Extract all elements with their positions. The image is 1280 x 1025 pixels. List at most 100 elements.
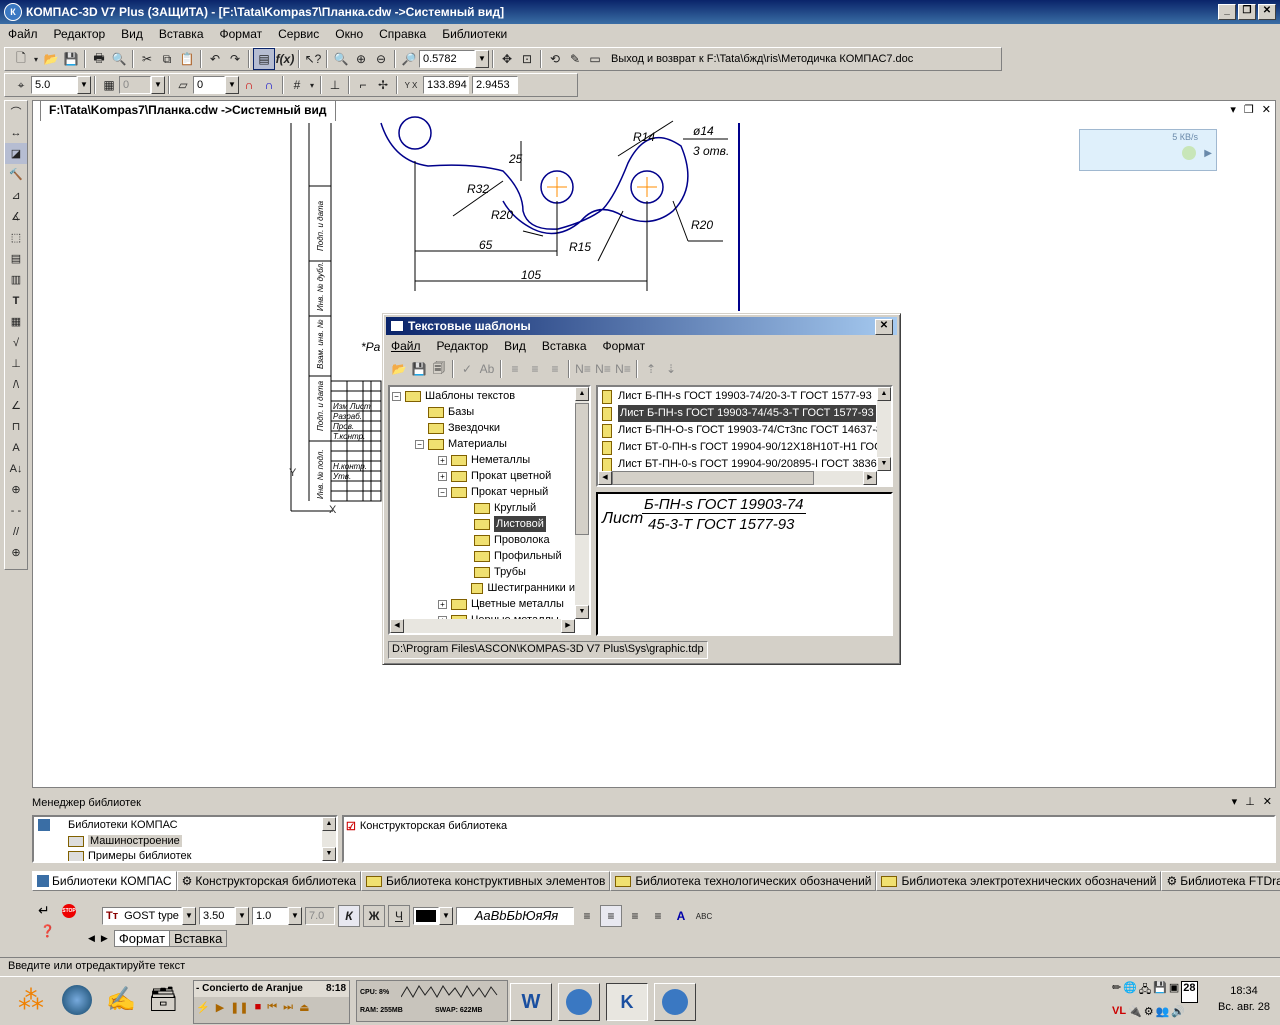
local-cs-icon[interactable]: ⊥ — [325, 75, 345, 95]
menu-editor[interactable]: Редактор — [46, 27, 114, 41]
dialog-menu-format[interactable]: Формат — [603, 339, 646, 353]
tree-node[interactable]: − Шаблоны текстов — [392, 388, 575, 404]
tree-scroll-down[interactable]: ▼ — [575, 605, 589, 619]
point-icon[interactable]: ⊕ — [5, 542, 27, 563]
tree-node[interactable]: − Материалы — [392, 436, 575, 452]
menu-service[interactable]: Сервис — [270, 27, 327, 41]
axis-icon[interactable]: ⊕ — [5, 479, 27, 500]
libmgr-machinery[interactable]: Машиностроение — [34, 833, 336, 849]
template-list-item[interactable]: Лист БТ-0-ПН-s ГОСТ 19904-90/12Х18Н10Т-Н… — [598, 439, 891, 456]
library-check-icon[interactable]: ☑ — [346, 820, 356, 833]
tree-scroll-right[interactable]: ▶ — [561, 619, 575, 633]
ortho-icon[interactable]: ⌐ — [353, 75, 373, 95]
menu-help[interactable]: Справка — [371, 27, 434, 41]
dialog-menu-editor[interactable]: Редактор — [437, 339, 489, 353]
new-file-icon[interactable]: 🗋 — [11, 49, 31, 69]
spec-icon[interactable]: ▤ — [5, 248, 27, 269]
variables-icon[interactable]: ▤ — [253, 48, 275, 70]
task-kompas-active[interactable]: K — [606, 983, 648, 1021]
dlg-open-icon[interactable]: 📂 — [389, 359, 409, 379]
text-icon[interactable]: T — [5, 290, 27, 311]
libmgr-list[interactable]: ☑ Конструкторская библиотека — [342, 815, 1276, 863]
list-scroll-down[interactable]: ▼ — [877, 457, 891, 471]
task-kompas-2[interactable] — [654, 983, 696, 1021]
tree-node[interactable]: Трубы — [392, 564, 575, 580]
libmgr-scroll-up[interactable]: ▲ — [322, 817, 336, 831]
dlg-list2-icon[interactable]: N≡ — [593, 359, 613, 379]
dropdown-icon[interactable]: ▾ — [31, 49, 41, 69]
dlg-saveas-icon[interactable]: 🗐 — [429, 359, 449, 379]
report-icon[interactable]: ▥ — [5, 269, 27, 290]
step-input[interactable]: 5.0 — [31, 76, 77, 94]
bold-button[interactable]: Ж — [363, 905, 385, 927]
show-all-icon[interactable]: ⊡ — [517, 49, 537, 69]
symbols-icon[interactable]: ◪ — [5, 143, 27, 164]
position-icon[interactable]: ∠ — [5, 395, 27, 416]
tray-save-icon[interactable]: 💾 — [1153, 981, 1167, 1003]
align-left-icon[interactable]: ≡ — [577, 906, 597, 926]
list-scroll-right[interactable]: ▶ — [863, 471, 877, 485]
libmgr-tree[interactable]: Библиотеки КОМПАС Машиностроение Примеры… — [32, 815, 338, 863]
centerline-icon[interactable]: - - — [5, 500, 27, 521]
pen-launcher-icon[interactable]: ✍ — [106, 985, 136, 1014]
document-tab[interactable]: F:\Tata\Kompas7\Планка.cdw ->Системный в… — [40, 100, 336, 121]
menu-format[interactable]: Формат — [212, 27, 271, 41]
tray-vl-icon[interactable]: VL — [1112, 1005, 1126, 1021]
zoom-input[interactable]: 0.5782 — [419, 50, 475, 68]
menu-insert[interactable]: Вставка — [151, 27, 212, 41]
zoom-out-icon[interactable]: ⊖ — [371, 49, 391, 69]
dlg-save-icon[interactable]: 💾 — [409, 359, 429, 379]
font-dropdown-icon[interactable]: ▼ — [182, 907, 196, 925]
size-input[interactable]: 3.50 — [199, 907, 235, 925]
dlg-align-top-icon[interactable]: ≡ — [505, 359, 525, 379]
size-dropdown-icon[interactable]: ▼ — [235, 907, 249, 925]
libmgr-vscroll[interactable]: ▲ ▼ — [322, 817, 336, 861]
dlg-align-bot-icon[interactable]: ≡ — [545, 359, 565, 379]
undo-icon[interactable]: ↶ — [205, 49, 225, 69]
lib-tab-constructor[interactable]: ⚙ Конструкторская библиотека — [176, 871, 362, 891]
tree-expander-icon[interactable]: − — [438, 487, 447, 497]
dlg-list3-icon[interactable]: N≡ — [613, 359, 633, 379]
redo-icon[interactable]: ↷ — [225, 49, 245, 69]
libmgr-menu-icon[interactable]: ▾ — [1232, 795, 1238, 808]
roughness-icon[interactable]: √ — [5, 332, 27, 353]
tree-node[interactable]: Шестигранники и — [392, 580, 575, 596]
tray-network-icon[interactable]: 🖧 — [1139, 981, 1151, 1003]
tolerance-icon[interactable]: A↓ — [5, 458, 27, 479]
zoom-scale-icon[interactable]: 🔎 — [399, 49, 419, 69]
close-button[interactable]: ✕ — [1258, 4, 1276, 20]
magnet-local-icon[interactable]: ∩ — [259, 75, 279, 95]
save-icon[interactable]: 💾 — [61, 49, 81, 69]
dlg-align-mid-icon[interactable]: ≡ — [525, 359, 545, 379]
list-hscroll[interactable]: ◀ ▶ — [598, 471, 877, 485]
tree-node[interactable]: + Прокат цветной — [392, 468, 575, 484]
tree-expander-icon[interactable]: + — [438, 599, 447, 609]
paste-icon[interactable]: 📋 — [177, 49, 197, 69]
arrow-right-icon[interactable]: ▶ — [1204, 148, 1212, 159]
lib-tab-electro[interactable]: Библиотека электротехнических обозначени… — [876, 871, 1162, 891]
arrow-view-icon[interactable]: A — [5, 437, 27, 458]
task-kompas-1[interactable] — [558, 983, 600, 1021]
color-swatch[interactable] — [413, 907, 439, 925]
refresh-icon[interactable]: ⟲ — [545, 49, 565, 69]
tree-node[interactable]: Круглый — [392, 500, 575, 516]
tree-node[interactable]: Листовой — [392, 516, 575, 532]
align-center-icon[interactable]: ≡ — [600, 905, 622, 927]
tray-calendar-badge[interactable]: 28 — [1181, 981, 1198, 1003]
layers-icon[interactable]: ▱ — [173, 75, 193, 95]
media-pause-icon[interactable]: ❚❚ — [230, 1001, 248, 1014]
cut-icon[interactable]: ✂ — [137, 49, 157, 69]
return-link[interactable]: Выход и возврат к F:\Tata\бжд\ris\Методи… — [611, 53, 913, 65]
coord-y-input[interactable]: 2.9453 — [472, 76, 518, 94]
tray-globe-icon[interactable]: 🌐 — [1123, 981, 1137, 1003]
media-next-icon[interactable]: ⏭ — [283, 1001, 293, 1014]
step-combo[interactable]: 5.0 ▼ — [31, 76, 91, 94]
libmgr-examples[interactable]: Примеры библиотек — [34, 849, 336, 861]
param-icon[interactable]: ⊿ — [5, 185, 27, 206]
tab-insert[interactable]: Вставка — [170, 930, 228, 947]
net-meter-widget[interactable]: 5 КВ/s ▶ — [1079, 129, 1217, 171]
select-icon[interactable]: ⬚ — [5, 227, 27, 248]
tab-format[interactable]: Формат — [113, 930, 171, 947]
open-file-icon[interactable]: 📂 — [41, 49, 61, 69]
color-combo[interactable]: ▼ — [413, 907, 453, 925]
